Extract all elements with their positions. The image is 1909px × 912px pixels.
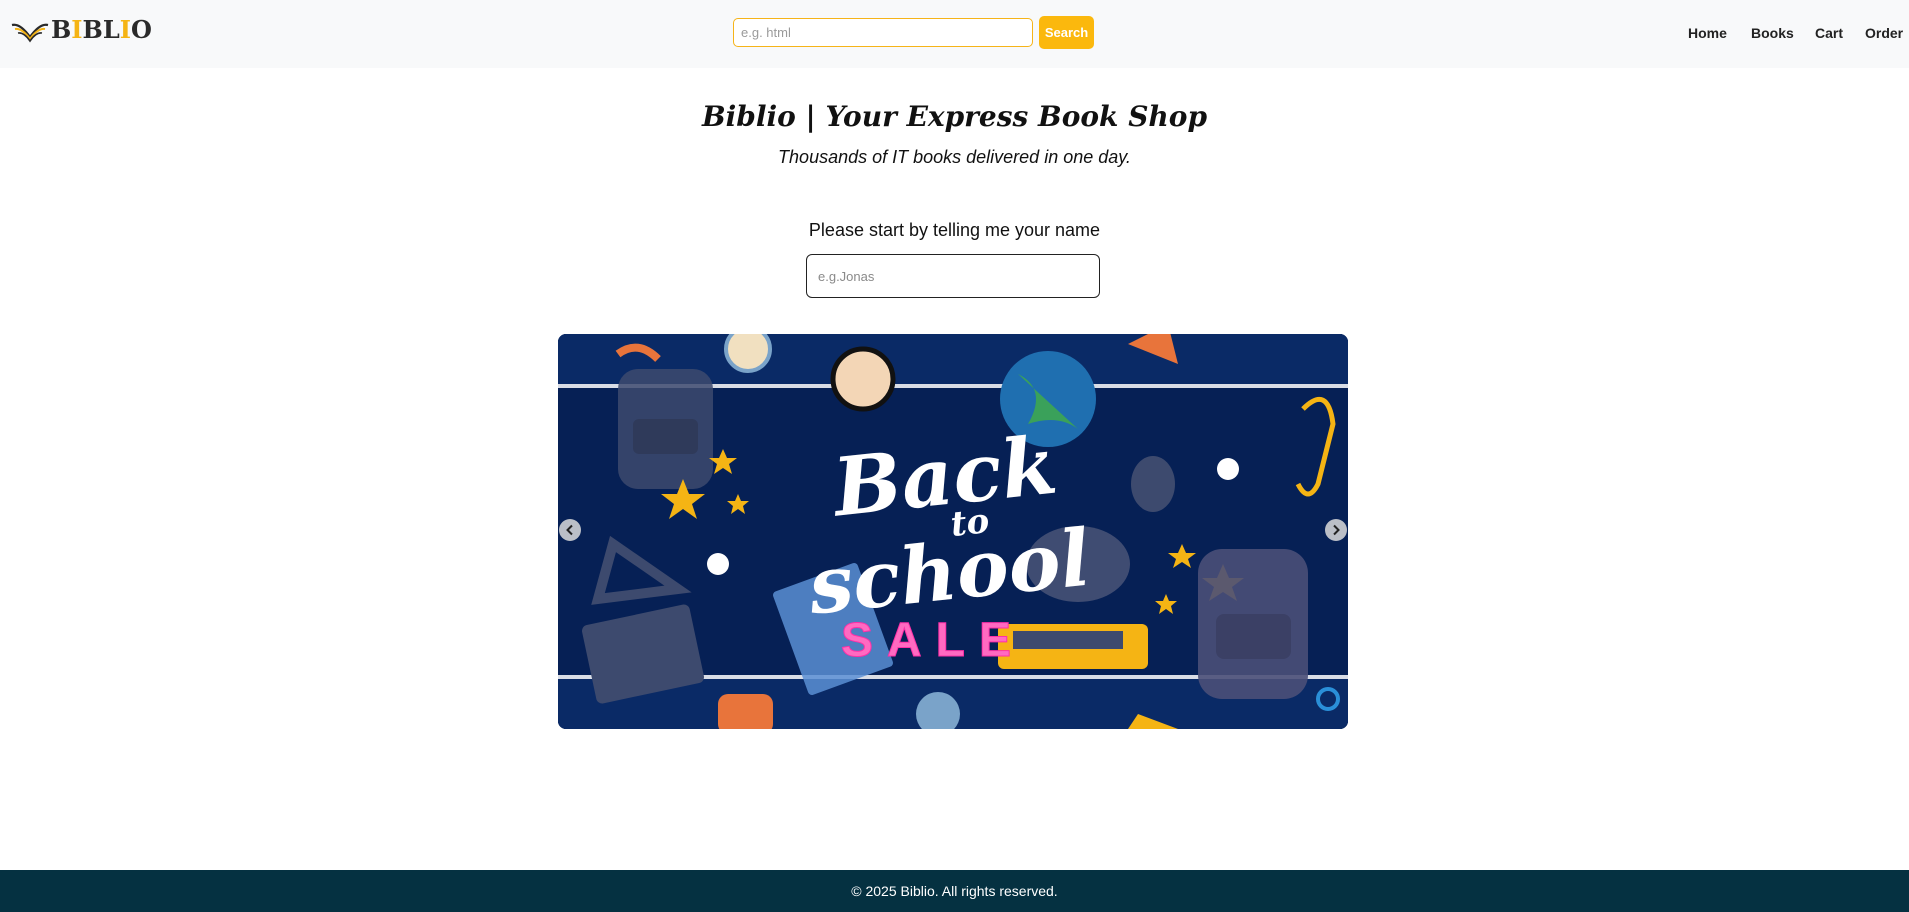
brand-logo[interactable]: BIBLIO (10, 15, 152, 44)
carousel-next-button[interactable] (1325, 519, 1347, 541)
carousel-prev-button[interactable] (559, 519, 581, 541)
back-to-school-banner: Back to school SALE (558, 334, 1348, 729)
search-button[interactable]: Search (1039, 16, 1094, 49)
open-book-icon (11, 23, 49, 42)
banner-sale-badge: SALE (841, 614, 1025, 667)
nav-order[interactable]: Order (1865, 25, 1903, 41)
name-input[interactable] (806, 254, 1100, 298)
search-input[interactable] (733, 18, 1033, 47)
name-prompt: Please start by telling me your name (808, 220, 1101, 240)
brand-name: BIBLIO (51, 15, 152, 44)
footer-copyright: © 2025 Biblio. All rights reserved. (851, 883, 1058, 899)
chevron-right-icon (1333, 524, 1340, 536)
nav-cart[interactable]: Cart (1815, 25, 1843, 41)
search-form: Search (733, 16, 1094, 49)
page-subtitle: Thousands of IT books delivered in one d… (778, 147, 1131, 167)
page-title: Biblio | Your Express Book Shop (701, 100, 1208, 133)
promo-carousel: Back to school SALE (558, 334, 1348, 729)
nav-home[interactable]: Home (1688, 25, 1727, 41)
chevron-left-icon (566, 524, 573, 536)
page-footer: © 2025 Biblio. All rights reserved. (0, 870, 1909, 912)
top-navbar: BIBLIO Search Home Books Cart Order (0, 0, 1909, 68)
nav-books[interactable]: Books (1751, 25, 1794, 41)
